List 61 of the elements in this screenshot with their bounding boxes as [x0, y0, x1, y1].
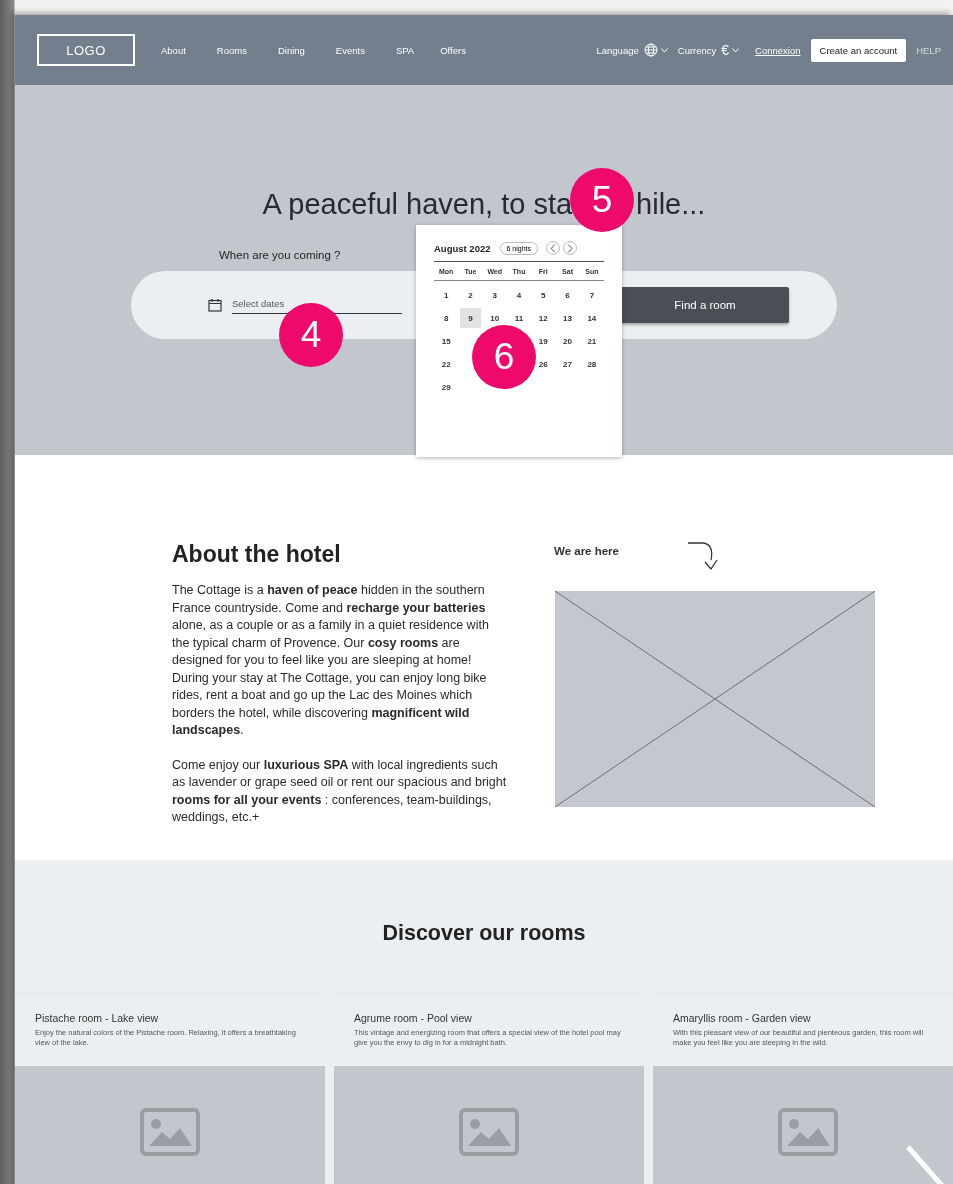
calendar-day[interactable]: 26	[533, 354, 554, 374]
image-icon	[140, 1108, 200, 1156]
headline: hile...	[636, 187, 706, 221]
login-link[interactable]: Connexion	[755, 44, 801, 56]
globe-icon	[643, 43, 658, 57]
room-title: Amaryllis room - Garden view	[673, 1012, 812, 1024]
calendar-day[interactable]: 11	[508, 308, 530, 328]
next-month-button[interactable]	[563, 241, 578, 255]
nav-link[interactable]: About	[161, 44, 186, 56]
calendar-day[interactable]: 15	[436, 331, 457, 351]
caret-icon	[660, 47, 668, 53]
language-label[interactable]: Language	[596, 44, 639, 56]
calendar-day[interactable]: 7	[581, 285, 602, 305]
paragraph: Come enjoy our luxurious SPA with local ingredients such as lavender or grape seed oil or rent our spacious and bright rooms for all your events : conferences, team-buildings, weddings, etc.+	[172, 756, 507, 826]
nav-link[interactable]: Offers	[440, 44, 466, 56]
caret-icon	[732, 47, 740, 53]
calendar-day[interactable]: 14	[581, 308, 602, 328]
nav-link[interactable]: Dining	[277, 44, 305, 56]
create-account-button[interactable]: Create an account	[810, 38, 907, 62]
room-title: Pistache room - Lake view	[35, 1012, 160, 1024]
section-title: Discover our rooms	[381, 920, 587, 946]
calendar-day[interactable]: 8	[436, 308, 457, 328]
section-title: About the hotel	[172, 541, 342, 568]
calendar-day[interactable]: 19	[533, 331, 554, 351]
previous-month-button[interactable]	[546, 241, 561, 255]
question-label: When are you coming ?	[219, 249, 341, 261]
currency-symbol[interactable]: €	[721, 42, 730, 58]
calendar-day[interactable]: 9	[460, 308, 481, 328]
chevron-right-icon	[567, 243, 574, 253]
nav-link[interactable]: Rooms	[216, 44, 247, 56]
calendar-day[interactable]: 6	[557, 285, 578, 305]
month-label: August 2022	[434, 242, 491, 254]
calendar-day[interactable]: 22	[436, 354, 457, 374]
calendar-day[interactable]: 4	[508, 285, 530, 305]
calendar-day[interactable]: 1	[436, 285, 457, 305]
currency-label[interactable]: Currency	[677, 44, 717, 56]
nav-link[interactable]: SPA	[395, 44, 415, 56]
room-title: Agrume room - Pool view	[354, 1012, 473, 1024]
calendar-day[interactable]: 5	[533, 285, 554, 305]
marker-badge: 6	[472, 325, 536, 389]
calendar-day[interactable]: 12	[533, 308, 554, 328]
nav-link[interactable]: Events	[335, 44, 365, 56]
paragraph: The Cottage is a haven of peace hidden in the southern France countryside. Come and recharge your batteries alone, as a couple or as a family in a quiet residence with the typical charm of Provence. Our cosy rooms are designed for you to feel like you are sleeping at home! During your stay at The Cottage, you can enjoy long bike rides, rent a boat and go up the Lac des Moines which borders the hotel, while discovering magnificent wild landscapes.	[172, 582, 490, 739]
calendar-day[interactable]: 28	[581, 354, 602, 374]
calendar-day[interactable]: 10	[484, 308, 505, 328]
headline: A peaceful haven, to sta	[262, 187, 573, 221]
chevron-left-icon	[550, 243, 557, 253]
calendar-day[interactable]: 2	[460, 285, 481, 305]
logo[interactable]: LOGO	[37, 34, 135, 66]
calendar-day[interactable]: 20	[557, 331, 578, 351]
calendar-day[interactable]: 29	[436, 377, 457, 397]
calendar-day[interactable]: 21	[581, 331, 602, 351]
calendar-day[interactable]: 27	[557, 354, 578, 374]
calendar-day[interactable]: 3	[484, 285, 505, 305]
calendar-icon	[208, 298, 222, 312]
image-icon	[778, 1108, 838, 1156]
map-label: We are here	[554, 545, 619, 557]
image-icon	[459, 1108, 519, 1156]
calendar-day[interactable]: 13	[557, 308, 578, 328]
find-room-button[interactable]: Find a room	[621, 287, 789, 323]
arrow-icon	[687, 541, 719, 571]
